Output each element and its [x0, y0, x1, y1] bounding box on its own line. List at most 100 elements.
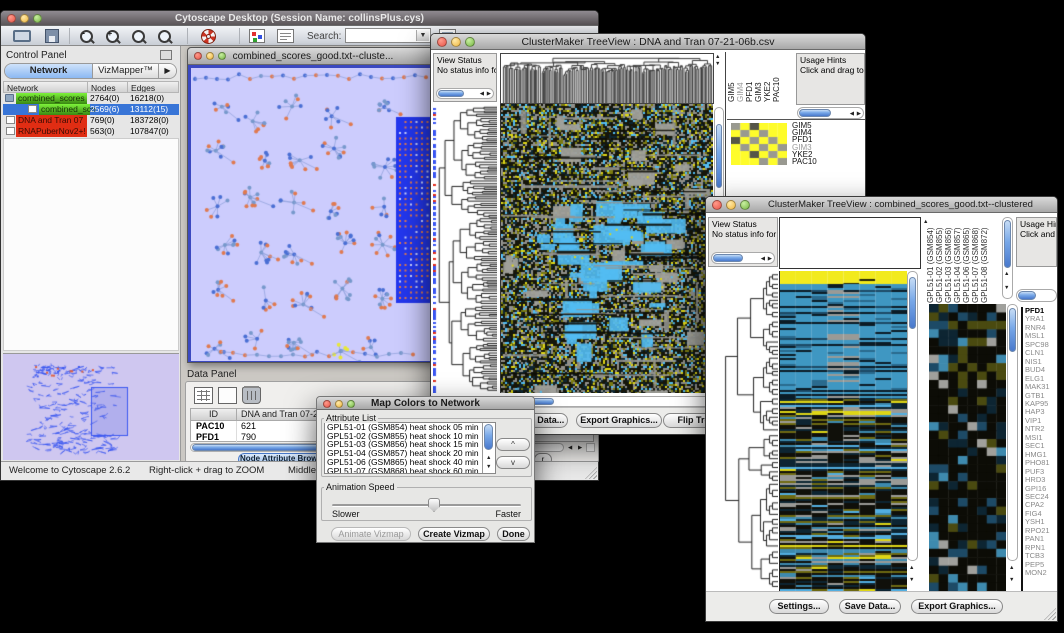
birdseye-view[interactable] [3, 353, 179, 460]
scroll-up-icon[interactable]: ▲ [1004, 271, 1009, 277]
row-dendrogram-canvas[interactable] [708, 271, 778, 591]
network-graph-canvas[interactable] [191, 68, 437, 361]
column-dendrogram-canvas[interactable] [500, 53, 714, 104]
scroll-left-icon[interactable]: ◀ [568, 445, 572, 451]
treeview-combined-titlebar[interactable]: ClusterMaker TreeView : combined_scores_… [706, 197, 1057, 213]
save-icon[interactable] [45, 29, 59, 43]
close-button[interactable] [194, 52, 202, 60]
open-file-icon[interactable] [13, 30, 31, 42]
view-status-scrollbar[interactable]: ◀ ▶ [711, 252, 775, 264]
zoom-in-icon[interactable]: + [105, 29, 120, 44]
close-button[interactable] [7, 14, 16, 23]
dialog-titlebar[interactable]: Map Colors to Network [317, 397, 534, 410]
save-data-button[interactable]: Save Data... [839, 599, 901, 614]
float-panel-icon[interactable] [160, 50, 172, 60]
close-button[interactable] [323, 400, 331, 408]
resize-grip[interactable] [585, 467, 597, 479]
help-lifesaver-icon[interactable] [201, 29, 216, 44]
settings-button[interactable]: Settings... [769, 599, 829, 614]
scrollbar-thumb[interactable] [1018, 291, 1036, 300]
scroll-down-icon[interactable]: ▼ [1004, 285, 1009, 291]
scrollbar-thumb[interactable] [799, 109, 831, 117]
search-dropdown-icon[interactable]: ▼ [416, 30, 429, 41]
speed-slider-thumb[interactable] [428, 498, 440, 512]
scroll-left-icon[interactable]: ◀ [761, 256, 765, 262]
scrollbar-thumb[interactable] [1009, 308, 1016, 352]
scroll-up-icon[interactable]: ▲ [486, 455, 491, 461]
zoom-selected-icon[interactable] [157, 29, 172, 44]
scroll-up-icon[interactable]: ▲ [909, 565, 914, 571]
move-down-button[interactable]: v [496, 456, 530, 469]
network-view-titlebar[interactable]: combined_scores_good.txt--cluste... [188, 48, 438, 65]
scrollbar-thumb[interactable] [909, 277, 916, 329]
birdseye-canvas[interactable] [3, 355, 177, 460]
usage-hints-scrollbar[interactable] [1016, 289, 1057, 302]
scroll-down-icon[interactable]: ▼ [486, 464, 491, 470]
heatmap-vscrollbar[interactable] [907, 271, 918, 561]
move-up-button[interactable]: ^ [496, 438, 530, 451]
animate-vizmap-button[interactable]: Animate Vizmap [331, 527, 411, 541]
minimize-button[interactable] [20, 14, 29, 23]
id-column-header[interactable]: ID [191, 409, 237, 420]
scroll-left-icon[interactable]: ◀ [480, 91, 484, 97]
new-document-icon[interactable] [218, 387, 237, 404]
create-vizmap-button[interactable]: Create Vizmap [418, 527, 490, 541]
treeview-dna-titlebar[interactable]: ClusterMaker TreeView : DNA and Tran 07-… [431, 34, 865, 50]
zoom-fit-icon[interactable] [131, 29, 146, 44]
network-row-rnapuber[interactable]: RNAPuberNov2+! 563(0) 107847(0) [3, 126, 179, 137]
scroll-down-icon[interactable]: ▼ [715, 61, 720, 67]
scroll-up-icon[interactable]: ▲ [1009, 565, 1014, 571]
usage-hints-scrollbar[interactable]: ◀ ▶ [797, 107, 864, 119]
network-row-dna-tran[interactable]: DNA and Tran 07 769(0) 183728(0) [3, 115, 179, 126]
attribute-list[interactable]: GPL51-01 (GSM854) heat shock 05 minGPL51… [324, 422, 496, 474]
speed-slider-track[interactable] [332, 504, 521, 507]
minimize-button[interactable] [206, 52, 214, 60]
zoom-button[interactable] [218, 52, 226, 60]
scroll-down-icon[interactable]: ▼ [1009, 577, 1014, 583]
close-button[interactable] [712, 200, 722, 210]
done-button[interactable]: Done [497, 527, 530, 541]
zoom-button[interactable] [465, 37, 475, 47]
zoom-heatmap-canvas[interactable] [929, 304, 1006, 591]
attribute-list-scrollbar[interactable]: ▲ ▼ [482, 423, 494, 473]
resize-grip[interactable] [1044, 608, 1056, 620]
close-button[interactable] [437, 37, 447, 47]
col-header-nodes[interactable]: Nodes [87, 82, 127, 92]
table-icon[interactable] [194, 387, 213, 404]
scroll-up-icon[interactable]: ▲ [715, 54, 720, 60]
scrollbar-thumb[interactable] [1004, 220, 1011, 268]
vizmap-icon[interactable] [249, 29, 265, 43]
scroll-right-icon[interactable]: ▶ [487, 91, 491, 97]
scrollbar-thumb[interactable] [438, 90, 464, 97]
scrollbar-thumb[interactable] [713, 254, 743, 262]
tab-overflow-arrow[interactable]: ▶ [159, 64, 176, 78]
export-graphics-button[interactable]: Export Graphics... [576, 413, 662, 428]
trash-icon[interactable] [242, 387, 261, 404]
col-header-network[interactable]: Network [3, 82, 87, 92]
zoom-button[interactable] [740, 200, 750, 210]
minimize-button[interactable] [335, 400, 343, 408]
search-input[interactable]: ▼ [345, 28, 431, 43]
cytoscape-titlebar[interactable]: Cytoscape Desktop (Session Name: collins… [1, 11, 598, 26]
zoom-heatmap-scrollbar[interactable] [1007, 304, 1018, 561]
scroll-right-icon[interactable]: ▶ [578, 445, 582, 451]
export-graphics-button[interactable]: Export Graphics... [911, 599, 1003, 614]
scroll-right-icon[interactable]: ▶ [768, 256, 772, 262]
scroll-right-icon[interactable]: ▶ [857, 111, 861, 117]
tab-network[interactable]: Network [5, 64, 93, 78]
annotation-icon[interactable] [277, 29, 294, 43]
tab-vizmapper[interactable]: VizMapper™ [93, 64, 159, 78]
scroll-left-icon[interactable]: ◀ [850, 111, 854, 117]
zoom-button[interactable] [33, 14, 42, 23]
view-status-scrollbar[interactable]: ◀ ▶ [436, 88, 494, 99]
network-row-combined-scores[interactable]: combined_scores 2764(0) 16218(0) [3, 93, 179, 104]
scrollbar-thumb[interactable] [484, 424, 493, 450]
heatmap-canvas[interactable] [779, 271, 907, 591]
heatmap-canvas[interactable] [500, 104, 713, 393]
scroll-down-icon[interactable]: ▼ [909, 577, 914, 583]
minimize-button[interactable] [726, 200, 736, 210]
scrollbar-thumb[interactable] [716, 124, 722, 188]
zoom-button[interactable] [347, 400, 355, 408]
row-dendrogram-canvas[interactable] [433, 104, 497, 393]
correlation-matrix-canvas[interactable] [731, 123, 787, 165]
